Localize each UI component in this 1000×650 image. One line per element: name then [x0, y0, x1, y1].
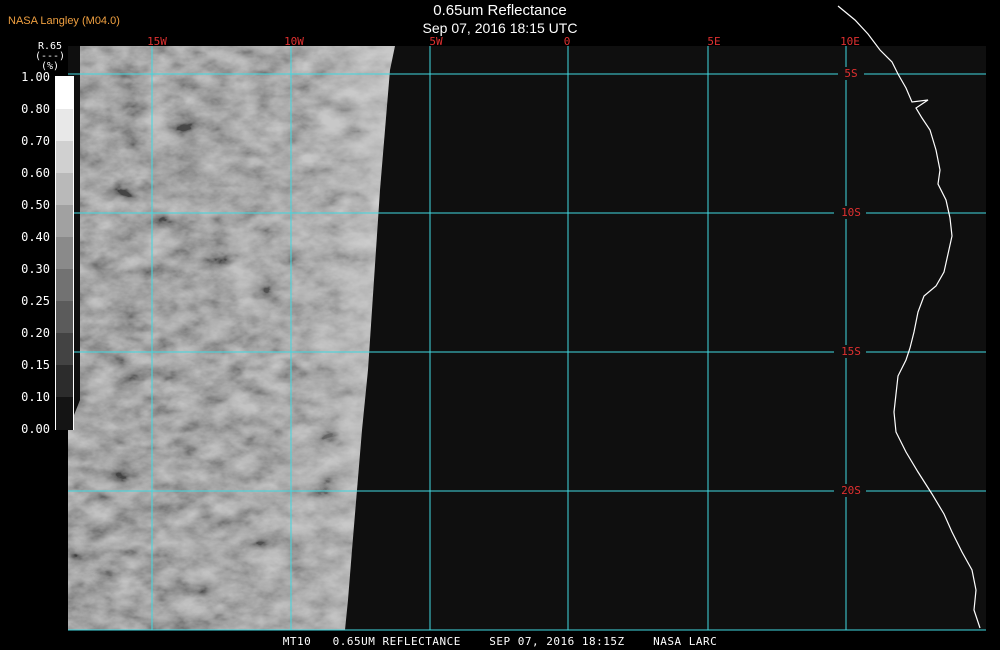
legend-tick: 0.25	[21, 294, 50, 308]
satellite-image-viewer: 15W 10W 5W 0 5E 10E 5S 10S 15S 20S NASA …	[0, 0, 1000, 650]
legend-colorbar	[55, 76, 74, 430]
image-timestamp: Sep 07, 2016 18:15 UTC	[422, 20, 578, 36]
legend-tick: 0.70	[21, 134, 50, 148]
legend-swatch	[56, 365, 73, 398]
legend-tick: 0.80	[21, 102, 50, 116]
map-canvas: 15W 10W 5W 0 5E 10E 5S 10S 15S 20S	[68, 5, 986, 631]
legend-swatch	[56, 77, 73, 110]
legend-swatch	[56, 109, 73, 142]
legend-tick: 0.50	[21, 198, 50, 212]
lon-label-5e: 5E	[707, 35, 720, 48]
legend-tick: 0.10	[21, 390, 50, 404]
lat-label-15s: 15S	[841, 345, 861, 358]
lat-label-20s: 20S	[841, 484, 861, 497]
lon-label-15w: 15W	[147, 35, 167, 48]
legend-tick: 0.20	[21, 326, 50, 340]
legend-swatch	[56, 397, 73, 430]
legend-tick: 0.00	[21, 422, 50, 436]
lon-label-10w: 10W	[284, 35, 304, 48]
footer-caption: MT10 0.65UM REFLECTANCE SEP 07, 2016 18:…	[282, 635, 718, 648]
legend-swatch	[56, 301, 73, 334]
image-title: 0.65um Reflectance	[433, 2, 567, 19]
legend-tick-labels: 1.00 0.80 0.70 0.60 0.50 0.40 0.30 0.25 0.20 0.15…	[0, 70, 52, 440]
legend-tick: 1.00	[21, 70, 50, 84]
legend-tick: 0.40	[21, 230, 50, 244]
legend-tick: 0.30	[21, 262, 50, 276]
lon-label-0: 0	[564, 35, 571, 48]
legend-tick: 0.60	[21, 166, 50, 180]
lat-label-10s: 10S	[841, 206, 861, 219]
legend-swatch	[56, 269, 73, 302]
legend-swatch	[56, 141, 73, 174]
legend-swatch	[56, 205, 73, 238]
legend-tick: 0.15	[21, 358, 50, 372]
legend-units-label: R.65 (---) (%)	[34, 41, 66, 72]
lon-label-10e: 10E	[840, 35, 860, 48]
lat-label-5s: 5S	[844, 67, 857, 80]
legend-swatch	[56, 237, 73, 270]
legend-swatch	[56, 333, 73, 366]
lon-label-5w: 5W	[429, 35, 443, 48]
legend-swatch	[56, 173, 73, 206]
